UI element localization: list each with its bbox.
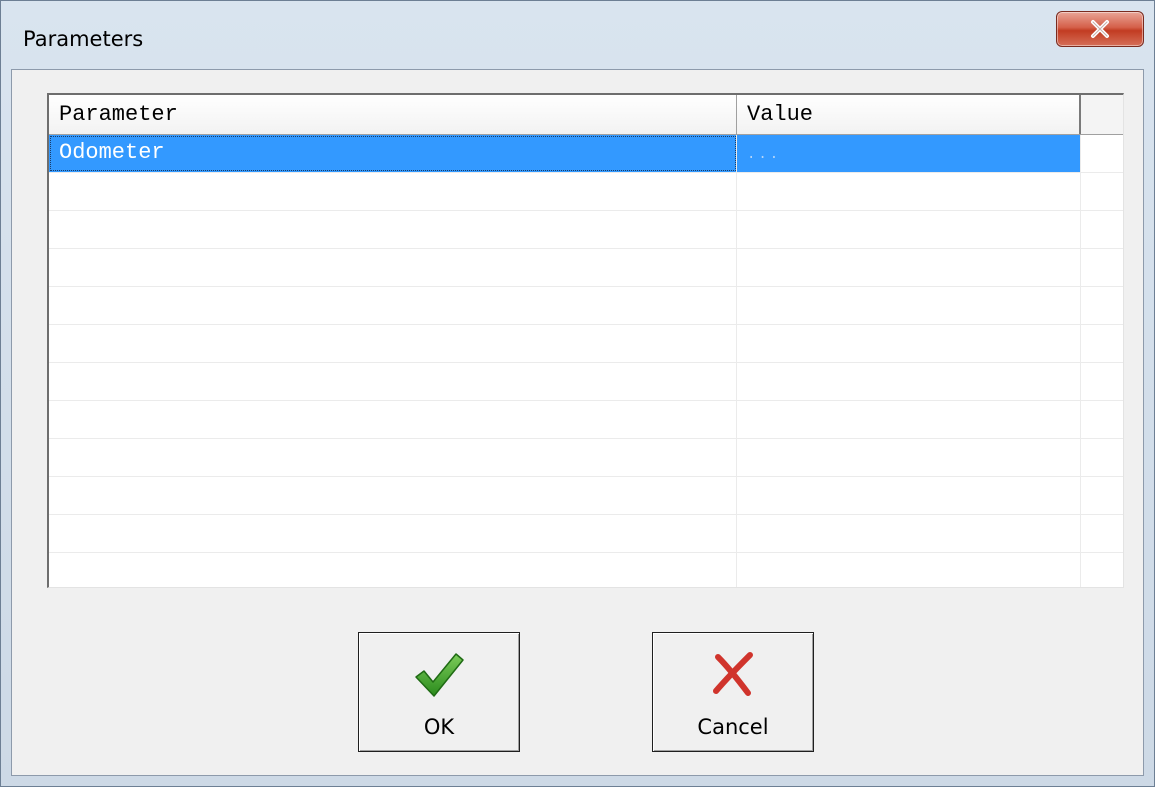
value-cell[interactable] [737,439,1081,476]
parameter-cell[interactable]: Odometer [49,135,737,172]
value-cell[interactable] [737,363,1081,400]
parameters-dialog: Parameters Parameter Value Odometer... O… [0,0,1155,787]
title-bar[interactable]: Parameters [1,1,1154,71]
checkmark-icon [415,653,464,697]
parameter-cell[interactable] [49,515,737,552]
value-cell[interactable] [737,553,1081,587]
value-cell[interactable]: ... [737,135,1081,172]
grid-row[interactable] [49,477,1123,515]
grid-row[interactable] [49,439,1123,477]
cancel-button[interactable]: Cancel [652,632,814,752]
x-icon [713,652,753,696]
value-cell[interactable] [737,477,1081,514]
value-cell[interactable] [737,287,1081,324]
value-cell[interactable] [737,211,1081,248]
parameter-cell[interactable] [49,211,737,248]
grid-row[interactable] [49,249,1123,287]
value-cell[interactable] [737,173,1081,210]
grid-row[interactable] [49,515,1123,553]
value-cell[interactable] [737,515,1081,552]
parameter-cell[interactable] [49,363,737,400]
grid-row[interactable] [49,211,1123,249]
grid-header: Parameter Value [49,95,1123,135]
parameter-cell[interactable] [49,553,737,587]
column-header-value[interactable]: Value [737,95,1081,134]
grid-row[interactable] [49,325,1123,363]
ok-label: OK [423,715,455,739]
parameters-grid[interactable]: Parameter Value Odometer... [47,93,1124,588]
value-cell[interactable] [737,249,1081,286]
close-button[interactable] [1056,11,1144,47]
grid-row[interactable] [49,287,1123,325]
parameter-cell[interactable] [49,477,737,514]
dialog-client-area: Parameter Value Odometer... OK Cancel [11,69,1144,776]
parameter-cell[interactable] [49,439,737,476]
close-icon [1091,20,1109,38]
column-header-filler [1081,95,1123,134]
grid-row[interactable] [49,363,1123,401]
grid-row[interactable]: Odometer... [49,135,1123,173]
column-header-parameter[interactable]: Parameter [49,95,737,134]
parameter-cell[interactable] [49,173,737,210]
parameter-cell[interactable] [49,325,737,362]
grid-row[interactable] [49,553,1123,587]
grid-row[interactable] [49,173,1123,211]
value-cell[interactable] [737,325,1081,362]
grid-row[interactable] [49,401,1123,439]
cancel-label: Cancel [697,715,769,739]
parameter-cell[interactable] [49,287,737,324]
ok-button[interactable]: OK [358,632,520,752]
parameter-cell[interactable] [49,249,737,286]
value-cell[interactable] [737,401,1081,438]
window-title: Parameters [23,27,144,51]
parameter-cell[interactable] [49,401,737,438]
